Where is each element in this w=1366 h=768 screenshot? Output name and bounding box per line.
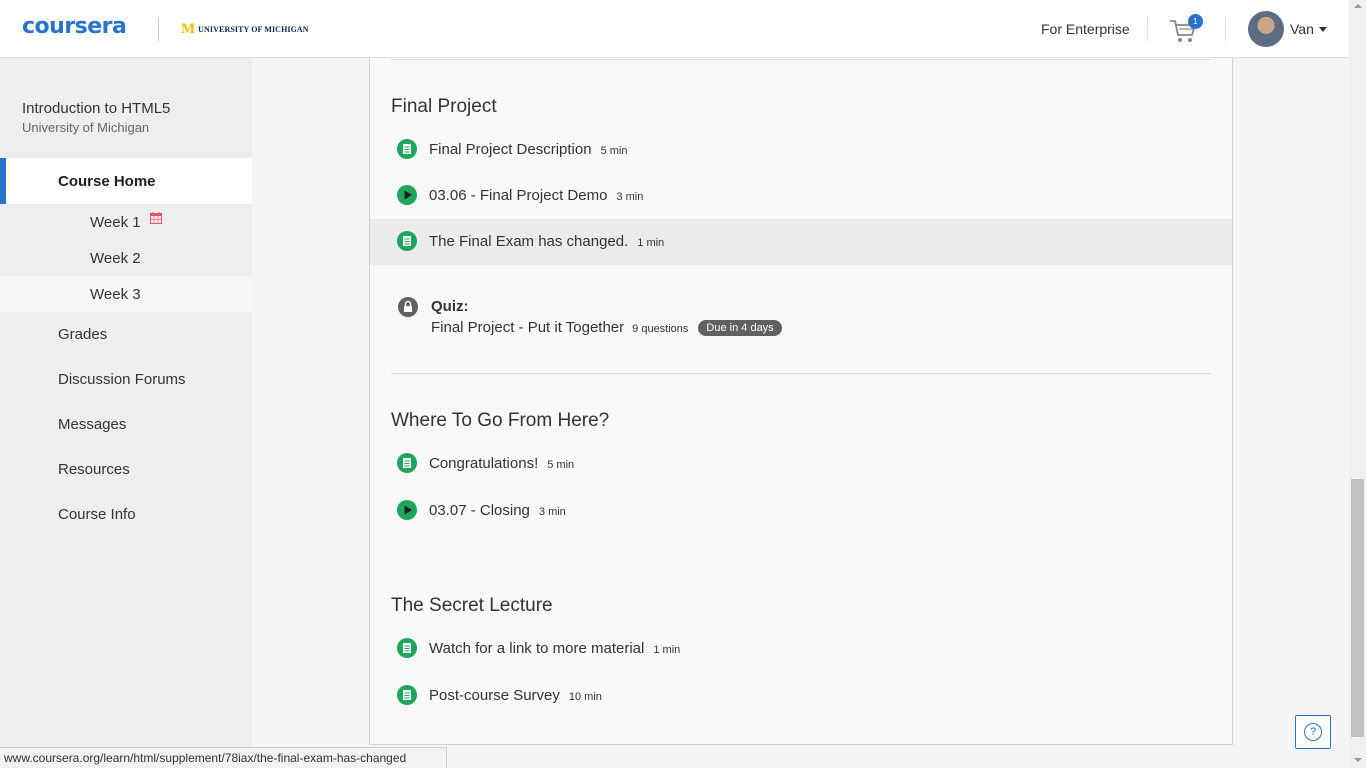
scroll-down-arrow-icon[interactable] [1354, 758, 1362, 762]
item-duration: 5 min [600, 145, 628, 157]
sidebar-item-discussion-forums[interactable]: Discussion Forums [58, 371, 186, 388]
list-item[interactable]: 03.07 - Closing 3 min [370, 488, 1232, 534]
cart-count-badge: 1 [1188, 14, 1203, 29]
section-title: Final Project [391, 96, 497, 117]
quiz-title[interactable]: Final Project - Put it Together [431, 319, 624, 336]
item-duration: 10 min [568, 691, 602, 703]
item-duration: 3 min [616, 191, 644, 203]
scroll-up-arrow-icon[interactable] [1354, 4, 1362, 8]
sidebar-item-label: Week 1 [90, 214, 141, 231]
sidebar-item-course-home[interactable]: Course Home [0, 158, 252, 204]
item-duration: 1 min [653, 644, 681, 656]
coursera-logo[interactable]: coursera [22, 14, 127, 39]
due-date-badge: Due in 4 days [698, 320, 782, 336]
section-title: Where To Go From Here? [391, 410, 610, 431]
scroll-thumb[interactable] [1351, 479, 1364, 737]
item-title: Final Project Description 5 min [429, 141, 628, 158]
list-item[interactable]: The Final Exam has changed. 1 min [370, 219, 1232, 265]
reading-complete-icon [397, 638, 417, 658]
item-title: Watch for a link to more material 1 min [429, 640, 681, 657]
for-enterprise-link[interactable]: For Enterprise [1041, 21, 1130, 37]
quiz-label: Quiz: [431, 298, 469, 315]
course-university: University of Michigan [22, 120, 150, 135]
week-content-panel: Final Project Final Project Description 5… [369, 58, 1233, 745]
reading-complete-icon [397, 453, 417, 473]
chevron-down-icon[interactable] [1319, 27, 1327, 32]
course-title[interactable]: Introduction to HTML5 [22, 100, 170, 117]
divider [391, 59, 1211, 60]
list-item[interactable]: Final Project Description 5 min [370, 127, 1232, 173]
video-play-icon [397, 500, 417, 520]
sidebar: Introduction to HTML5 University of Mich… [0, 58, 252, 768]
quiz-item[interactable]: Final Project - Put it Together 9 questio… [431, 319, 782, 336]
avatar[interactable] [1248, 11, 1284, 47]
reading-complete-icon [397, 685, 417, 705]
item-title: 03.07 - Closing 3 min [429, 502, 566, 519]
logo-divider [158, 17, 159, 41]
sidebar-item-week-2[interactable]: Week 2 [0, 240, 252, 276]
item-title: 03.06 - Final Project Demo 3 min [429, 187, 644, 204]
item-duration: 1 min [637, 237, 665, 249]
quiz-question-count: 9 questions [632, 323, 689, 335]
divider [391, 373, 1211, 374]
reading-complete-icon [397, 231, 417, 251]
sidebar-item-resources[interactable]: Resources [58, 461, 130, 478]
university-logo-mark: M [181, 21, 196, 37]
sidebar-item-week-3[interactable]: Week 3 [0, 276, 252, 312]
sidebar-item-messages[interactable]: Messages [58, 416, 126, 433]
active-indicator [0, 158, 6, 204]
video-play-icon [397, 185, 417, 205]
calendar-icon [150, 212, 162, 224]
sidebar-item-course-info[interactable]: Course Info [58, 506, 136, 523]
help-icon: ? [1304, 723, 1322, 741]
list-item[interactable]: Congratulations! 5 min [370, 441, 1232, 487]
top-header: coursera M UNIVERSITY OF MICHIGAN For En… [0, 0, 1349, 58]
header-divider [1147, 17, 1148, 41]
lock-icon [398, 297, 418, 317]
university-logo[interactable]: M UNIVERSITY OF MICHIGAN [181, 22, 309, 37]
sidebar-item-grades[interactable]: Grades [58, 326, 107, 343]
sidebar-item-label: Course Home [58, 173, 156, 190]
item-title: Congratulations! 5 min [429, 455, 575, 472]
page-scrollbar[interactable] [1349, 0, 1366, 768]
sidebar-item-week-1[interactable]: Week 1 [0, 204, 252, 240]
user-name[interactable]: Van [1290, 21, 1314, 37]
university-logo-text: UNIVERSITY OF MICHIGAN [198, 25, 309, 34]
reading-complete-icon [397, 139, 417, 159]
help-button[interactable]: ? [1295, 715, 1331, 749]
section-title: The Secret Lecture [391, 595, 553, 616]
browser-status-url: www.coursera.org/learn/html/supplement/7… [0, 747, 448, 768]
item-title: Post-course Survey 10 min [429, 687, 602, 704]
sidebar-item-label: Week 2 [90, 250, 141, 267]
item-duration: 5 min [547, 459, 575, 471]
list-item[interactable]: Post-course Survey 10 min [370, 673, 1232, 719]
item-duration: 3 min [538, 506, 566, 518]
item-title: The Final Exam has changed. 1 min [429, 233, 665, 250]
header-divider [1225, 17, 1226, 41]
sidebar-item-label: Week 3 [90, 286, 141, 303]
list-item[interactable]: Watch for a link to more material 1 min [370, 626, 1232, 672]
list-item[interactable]: 03.06 - Final Project Demo 3 min [370, 173, 1232, 219]
